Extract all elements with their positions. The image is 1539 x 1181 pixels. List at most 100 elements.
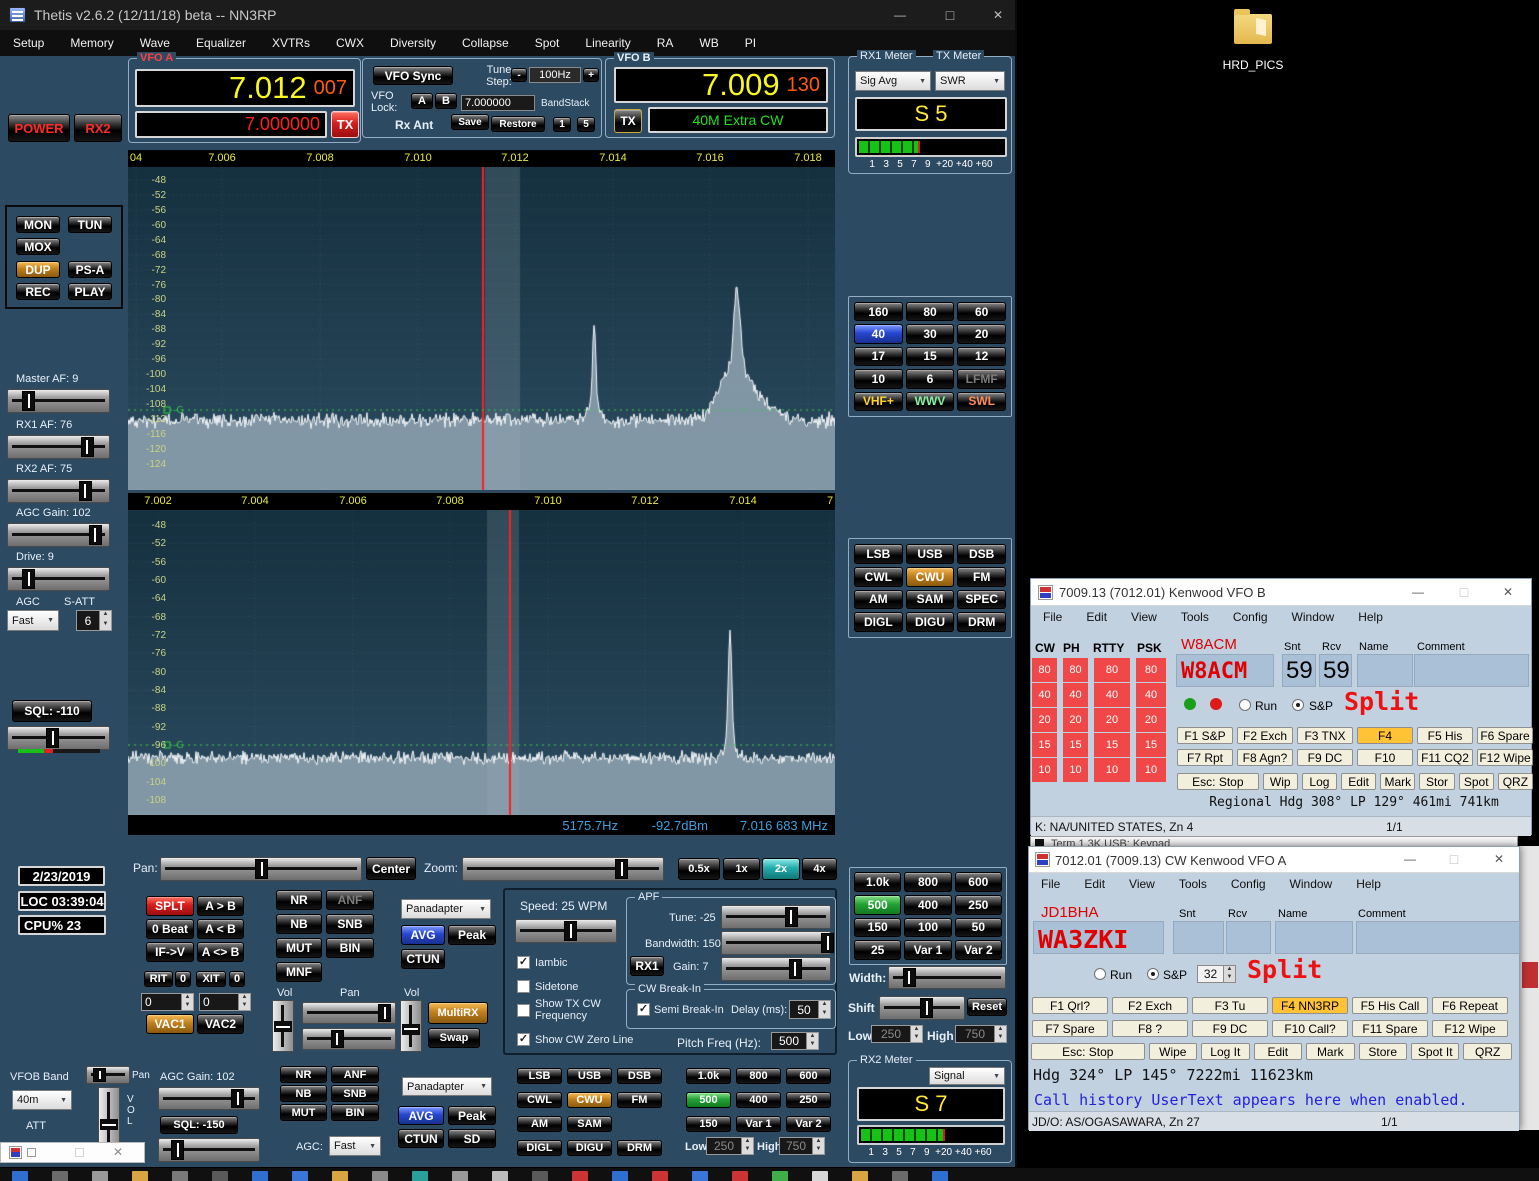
rx2-filter-button[interactable]: Var 2 xyxy=(786,1116,831,1132)
thetis-menu-item[interactable]: PI xyxy=(732,36,769,50)
band-button[interactable]: 80 xyxy=(906,302,955,321)
mox-button[interactable]: MOX xyxy=(16,238,60,255)
band-count-cell[interactable]: 15 xyxy=(1136,733,1166,757)
function-key-button[interactable]: Mark xyxy=(1380,773,1415,790)
function-key-button[interactable]: F11 Spare xyxy=(1352,1020,1428,1037)
play-button[interactable]: PLAY xyxy=(68,283,112,300)
sql-slider[interactable] xyxy=(7,726,110,750)
taskbar-icon-app-16[interactable] xyxy=(772,1171,788,1181)
zoom-4x-button[interactable]: 4x xyxy=(802,858,837,880)
pan-slider[interactable] xyxy=(160,857,362,881)
band-button[interactable]: SWL xyxy=(957,392,1006,411)
function-key-button[interactable]: Store xyxy=(1359,1043,1407,1060)
menu-item[interactable]: File xyxy=(1031,610,1074,624)
lock-frequency-field[interactable]: 7.000000 xyxy=(461,95,535,111)
function-key-button[interactable]: Edit xyxy=(1341,773,1376,790)
maximize-icon[interactable] xyxy=(935,5,965,25)
minimize-icon[interactable] xyxy=(1403,582,1433,602)
filter-button[interactable]: 400 xyxy=(904,895,951,915)
menu-item[interactable]: Help xyxy=(1344,877,1393,891)
rx1-panadapter[interactable]: -48-52-56-60-64-68-72-76-80-84-88-92-96-… xyxy=(128,167,835,490)
function-key-button[interactable]: QRZ xyxy=(1463,1043,1511,1060)
mode-button[interactable]: AM xyxy=(854,590,903,610)
menu-item[interactable]: Edit xyxy=(1074,610,1119,624)
rx2-ctun-button[interactable]: CTUN xyxy=(398,1129,444,1148)
band-button[interactable]: WWV xyxy=(906,392,955,411)
menu-item[interactable]: View xyxy=(1119,610,1169,624)
band-count-cell[interactable]: 40 xyxy=(1136,683,1166,707)
rx2-mode-button[interactable]: DIGL xyxy=(517,1140,562,1156)
filter-button[interactable]: 600 xyxy=(955,872,1002,892)
low-spinner[interactable]: 250▲▼ xyxy=(871,1025,923,1043)
rx2-display-mode-select[interactable]: Panadapter xyxy=(402,1077,492,1096)
close-icon[interactable]: ✕ xyxy=(113,1145,123,1159)
rx2-peak-button[interactable]: Peak xyxy=(448,1106,496,1125)
function-key-button[interactable]: Mark xyxy=(1306,1043,1354,1060)
multirx-button[interactable]: MultiRX xyxy=(428,1002,488,1024)
filter-button[interactable]: Var 2 xyxy=(955,940,1002,960)
function-key-button[interactable]: F6 Spare xyxy=(1477,727,1533,744)
menu-item[interactable]: Help xyxy=(1346,610,1395,624)
display-mode-select[interactable]: Panadapter xyxy=(401,899,491,919)
filter-button[interactable]: 1.0k xyxy=(854,872,901,892)
function-key-button[interactable]: F12 Wipe xyxy=(1477,749,1533,766)
apf-tune-slider[interactable] xyxy=(721,905,831,929)
function-key-button[interactable]: QRZ xyxy=(1498,773,1533,790)
rx2-mode-button[interactable]: DRM xyxy=(617,1140,662,1156)
function-key-button[interactable]: Edit xyxy=(1254,1043,1302,1060)
vfob-frequency-display[interactable]: 7.009 130 xyxy=(614,67,828,103)
band-button[interactable]: 60 xyxy=(957,302,1006,321)
zoom-0-5x-button[interactable]: 0.5x xyxy=(678,858,720,880)
sql-button[interactable]: SQL: -110 xyxy=(12,700,92,722)
filter-button[interactable]: 250 xyxy=(955,895,1002,915)
rx2-mode-button[interactable]: SAM xyxy=(567,1116,612,1132)
band-count-cell[interactable]: 15 xyxy=(1094,733,1130,757)
band-count-cell[interactable]: 40 xyxy=(1063,683,1088,707)
mode-button[interactable]: FM xyxy=(957,567,1006,587)
thetis-menu-item[interactable]: Linearity xyxy=(572,36,643,50)
show-tx-cw-checkbox[interactable] xyxy=(517,1004,530,1017)
rx1-meter-select[interactable]: Sig Avg xyxy=(855,71,931,91)
rit-button[interactable]: RIT xyxy=(144,971,173,987)
sp-radio[interactable] xyxy=(1147,968,1159,980)
band-count-cell[interactable]: 10 xyxy=(1032,758,1057,782)
taskbar-icon-app-10[interactable] xyxy=(532,1171,548,1181)
power-button[interactable]: POWER xyxy=(8,114,70,142)
restore-button[interactable]: Restore xyxy=(491,116,545,132)
taskbar-icon-app-7[interactable] xyxy=(412,1171,428,1181)
mode-button[interactable]: DIGU xyxy=(906,612,955,632)
menu-item[interactable]: File xyxy=(1029,877,1072,891)
dup-button[interactable]: DUP xyxy=(16,261,60,278)
menu-item[interactable]: Config xyxy=(1221,610,1280,624)
close-icon[interactable] xyxy=(1493,582,1523,602)
rx-ant-label[interactable]: Rx Ant xyxy=(395,118,433,132)
rx2-snb-button[interactable]: SNB xyxy=(331,1085,379,1102)
taskbar-icon-app-8[interactable] xyxy=(452,1171,468,1181)
tune-step-minus-button[interactable]: - xyxy=(511,68,527,82)
apf-bandwidth-slider[interactable] xyxy=(721,931,831,955)
menu-item[interactable]: Window xyxy=(1278,877,1345,891)
band-button[interactable]: VHF+ xyxy=(854,392,903,411)
band-button[interactable]: LFMF xyxy=(957,369,1006,388)
band-button[interactable]: 12 xyxy=(957,347,1006,366)
function-key-button[interactable]: Esc: Stop xyxy=(1177,773,1259,790)
thetis-menu-item[interactable]: Collapse xyxy=(449,36,522,50)
filter-button[interactable]: 150 xyxy=(854,918,901,938)
ps-a-button[interactable]: PS-A xyxy=(68,261,112,278)
tune-step-value[interactable]: 100Hz xyxy=(529,67,581,83)
rx2-high-spinner[interactable]: 750▲▼ xyxy=(779,1137,825,1155)
menu-item[interactable]: Window xyxy=(1280,610,1347,624)
xit-spinner[interactable]: 0▲▼ xyxy=(199,993,251,1011)
taskbar-icon-app-13[interactable] xyxy=(652,1171,668,1181)
rx2-agc-gain-slider[interactable] xyxy=(158,1087,260,1110)
rx2-pan-mini-slider[interactable] xyxy=(86,1066,130,1084)
restore-icon[interactable] xyxy=(27,1148,36,1157)
nb-button[interactable]: NB xyxy=(276,914,322,934)
thetis-titlebar[interactable]: Thetis v2.6.2 (12/11/18) beta -- NN3RP xyxy=(0,0,1015,30)
function-key-button[interactable]: Wipe xyxy=(1149,1043,1197,1060)
taskbar-icon-app-6[interactable] xyxy=(372,1171,388,1181)
sidetone-checkbox[interactable] xyxy=(517,980,530,993)
band-count-cell[interactable]: 20 xyxy=(1094,708,1130,732)
rx2-mode-button[interactable]: CWU xyxy=(567,1092,612,1108)
menu-item[interactable]: View xyxy=(1117,877,1167,891)
